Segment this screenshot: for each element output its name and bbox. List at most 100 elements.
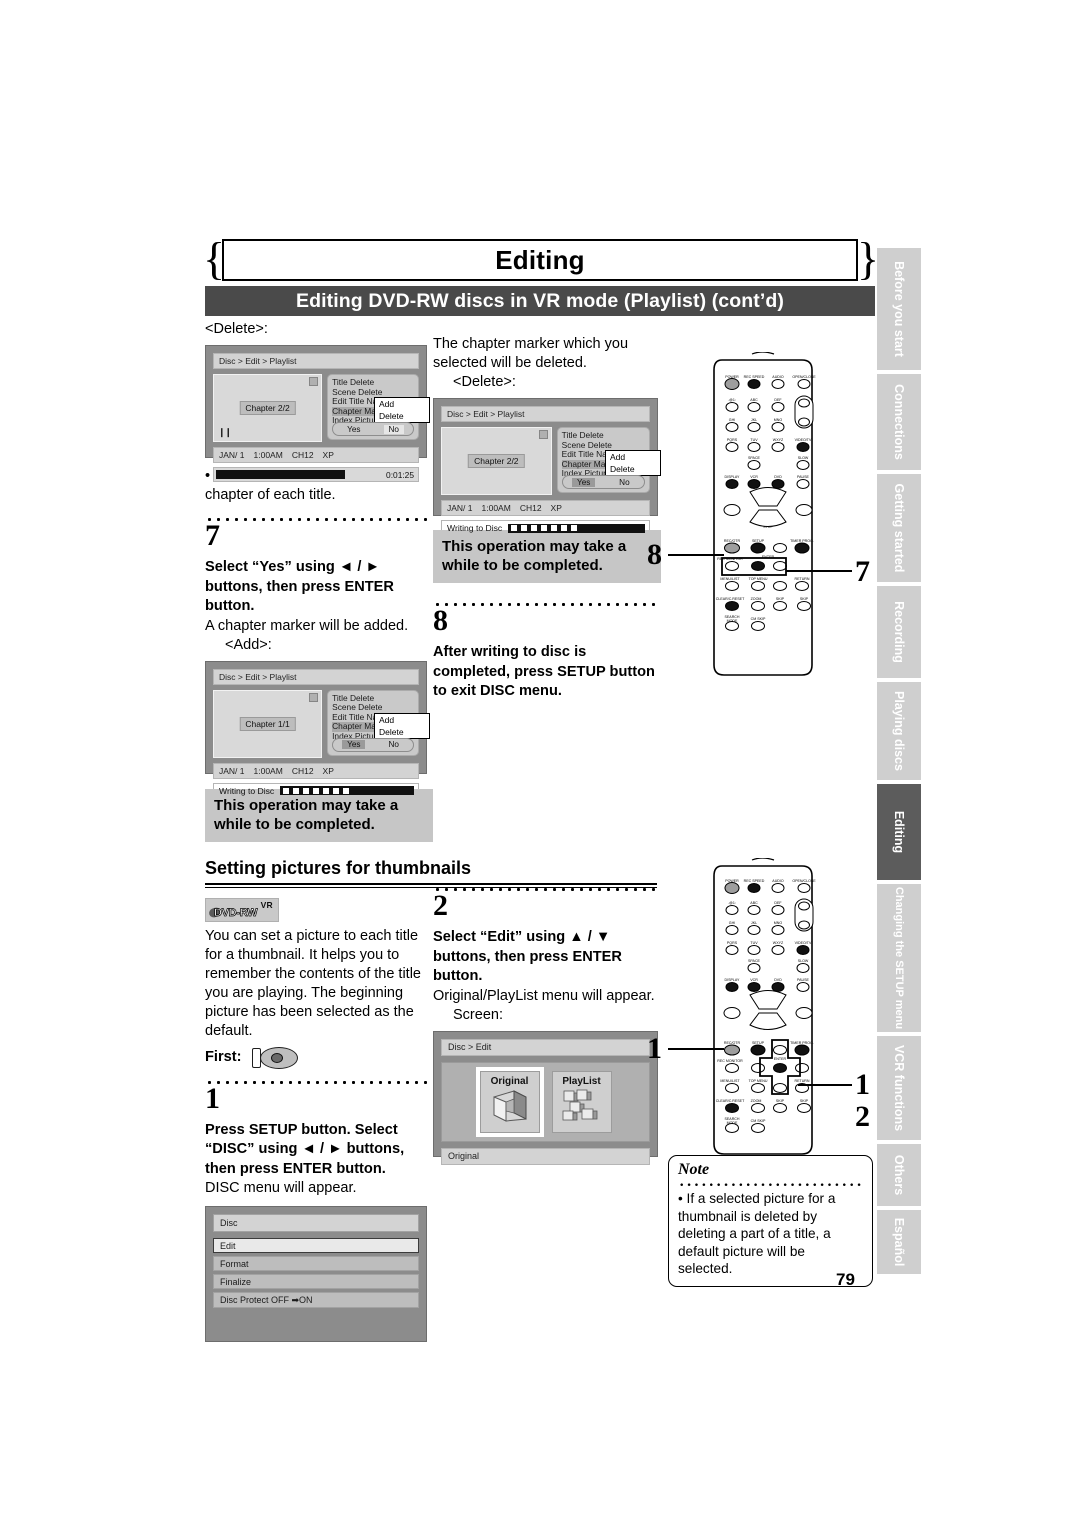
tile-original[interactable]: Original (475, 1066, 544, 1137)
dvd-rw-vr-badge-icon: VR DVD-RW (205, 897, 279, 922)
side-tab-editing[interactable]: Editing (877, 784, 921, 880)
svg-text:MENU/LIST: MENU/LIST (720, 1079, 740, 1083)
tv-thumbnail-pane: Chapter 2/2 (441, 427, 552, 495)
popup-option-add[interactable]: Add (375, 713, 429, 726)
side-tab-getting-started[interactable]: Getting started (877, 474, 921, 582)
yes-button[interactable]: Yes (342, 740, 366, 749)
tile-playlist[interactable]: PlayList (551, 1070, 612, 1133)
side-tab-label: Connections (892, 384, 906, 460)
playlist-cubes-icon (562, 1089, 597, 1120)
badge-vr-text: VR (260, 899, 273, 910)
col-b-intro: The chapter marker which you selected wi… (433, 336, 629, 371)
tv-screen-playlist-delete-1: Disc > Edit > Playlist Chapter 2/2 ❙❙ Ti… (205, 345, 430, 482)
svg-text:SPACE: SPACE (748, 959, 761, 963)
side-tab-changing-setup-menu[interactable]: Changing the SETUP menu (877, 884, 921, 1032)
popup-option-add[interactable]: Add (606, 451, 660, 463)
callout-8-leader (668, 554, 724, 556)
disc-menu-title: Disc (213, 1214, 419, 1232)
side-tab-label: Others (892, 1154, 906, 1196)
svg-text:AUDIO: AUDIO (772, 375, 784, 379)
svg-text:ENTER: ENTER (774, 1057, 787, 1061)
remote-control-top: POWER REC SPEED AUDIO OPEN/CLOSE .@1: ABC DEF… (713, 352, 816, 676)
svg-text:SKIP: SKIP (776, 597, 785, 601)
side-tab-recording[interactable]: Recording (877, 586, 921, 678)
svg-text:ABC: ABC (750, 901, 758, 905)
svg-text:JKL: JKL (751, 921, 757, 925)
svg-text:.@1:: .@1: (728, 901, 736, 905)
svg-text:GHI: GHI (729, 921, 735, 925)
disc-icon (251, 1046, 298, 1069)
disc-menu-item-finalize[interactable]: Finalize (213, 1274, 419, 1289)
yes-no-bar: Yes No (332, 422, 414, 436)
thumbnail-body-text: You can set a picture to each title for … (205, 927, 421, 1039)
info-channel: CH12 (291, 765, 314, 776)
side-tab-others[interactable]: Others (877, 1144, 921, 1206)
delete-label-a: <Delete>: (205, 321, 268, 337)
callout-1-arrows: 1 (855, 1068, 870, 1101)
tv-screen-playlist-add: Disc > Edit > Playlist Chapter 1/1 Title… (205, 660, 430, 799)
note-box: Note • If a selected picture for a thumb… (668, 1155, 873, 1287)
tv-breadcrumb: Disc > Edit > Playlist (213, 353, 419, 369)
svg-text:VIDEO/TV: VIDEO/TV (795, 941, 812, 945)
svg-text:SETUP: SETUP (752, 539, 765, 543)
info-mode: XP (322, 450, 334, 460)
yes-button[interactable]: Yes (572, 477, 596, 487)
no-button[interactable]: No (614, 478, 634, 487)
disc-menu-item-edit[interactable]: Edit (213, 1238, 419, 1253)
svg-text:SKIP: SKIP (776, 1099, 785, 1103)
no-button[interactable]: No (383, 424, 404, 434)
step-1-body: DISC menu will appear. (205, 1180, 357, 1196)
svg-text:DISPLAY: DISPLAY (725, 475, 741, 479)
side-tab-connections[interactable]: Connections (877, 374, 921, 470)
popup-option-add[interactable]: Add (375, 398, 429, 410)
no-button[interactable]: No (384, 740, 404, 749)
svg-text:CM SKIP: CM SKIP (751, 1119, 766, 1123)
side-tab-espanol[interactable]: Español (877, 1210, 921, 1274)
popup-option-delete[interactable]: Delete (606, 463, 660, 475)
pause-icon: ❙❙ (218, 427, 232, 437)
svg-text:SPACE: SPACE (748, 456, 761, 460)
column-left: <Delete>: Disc > Edit > Playlist Chapter… (205, 320, 657, 1342)
disc-menu-item-disc-protect[interactable]: Disc Protect OFF ➡ON (213, 1292, 419, 1308)
disc-menu-item-format[interactable]: Format (213, 1256, 419, 1271)
info-channel: CH12 (519, 503, 542, 513)
callout-8-setup: 8 (647, 538, 662, 571)
side-tab-label: Español (892, 1217, 906, 1267)
side-tab-label: Editing (892, 810, 906, 854)
callout-2-enter: 2 (855, 1100, 870, 1133)
svg-text:PAUSE: PAUSE (797, 475, 810, 479)
remote-control-bottom: POWER REC SPEED AUDIO OPEN/CLOSE .@1: ABC DEF… (713, 858, 816, 1155)
section-header-text: Editing DVD-RW discs in VR mode (Playlis… (296, 289, 784, 312)
left-brace-icon: { (203, 233, 226, 284)
side-tab-vcr-functions[interactable]: VCR functions (877, 1036, 921, 1140)
first-label: First: (205, 1048, 242, 1065)
elapsed-time: 0:01:25 (386, 469, 414, 480)
popup-option-delete[interactable]: Delete (375, 726, 429, 738)
thumbnail-corner-icon (309, 377, 319, 386)
chapter-label: Chapter 1/1 (239, 716, 296, 731)
svg-text:.@1:: .@1: (728, 398, 736, 402)
info-time: 1:00AM (481, 503, 511, 513)
svg-text:ABC: ABC (750, 398, 758, 402)
tv-breadcrumb: Disc > Edit > Playlist (441, 406, 650, 422)
yes-no-bar: Yes No (561, 475, 645, 489)
callout-7-arrows: 7 (855, 555, 870, 588)
svg-text:PQRS: PQRS (727, 438, 738, 442)
svg-text:PAUSE: PAUSE (797, 978, 810, 982)
step-2-body: Original/PlayList menu will appear. (433, 987, 655, 1004)
popup-option-delete[interactable]: Delete (375, 410, 429, 422)
writing-progress (280, 786, 414, 795)
svg-text:TIMER PROG.: TIMER PROG. (790, 1041, 814, 1045)
tv-menu-pane: Title Delete Scene Delete Edit Title Nam… (327, 689, 430, 756)
note-divider (678, 1179, 863, 1187)
side-tab-playing-discs[interactable]: Playing discs (877, 682, 921, 780)
svg-text:TUV: TUV (750, 941, 758, 945)
info-time: 1:00AM (253, 450, 283, 460)
svg-text:AUDIO: AUDIO (772, 879, 784, 883)
side-tab-label: Recording (892, 601, 906, 663)
step-8-instruction: After writing to disc is completed, pres… (433, 644, 655, 699)
svg-text:WXYZ: WXYZ (773, 941, 784, 945)
side-tab-before-you-start[interactable]: Before you start (877, 248, 921, 370)
svg-text:SLOW: SLOW (798, 959, 809, 963)
yes-button[interactable]: Yes (342, 425, 365, 434)
